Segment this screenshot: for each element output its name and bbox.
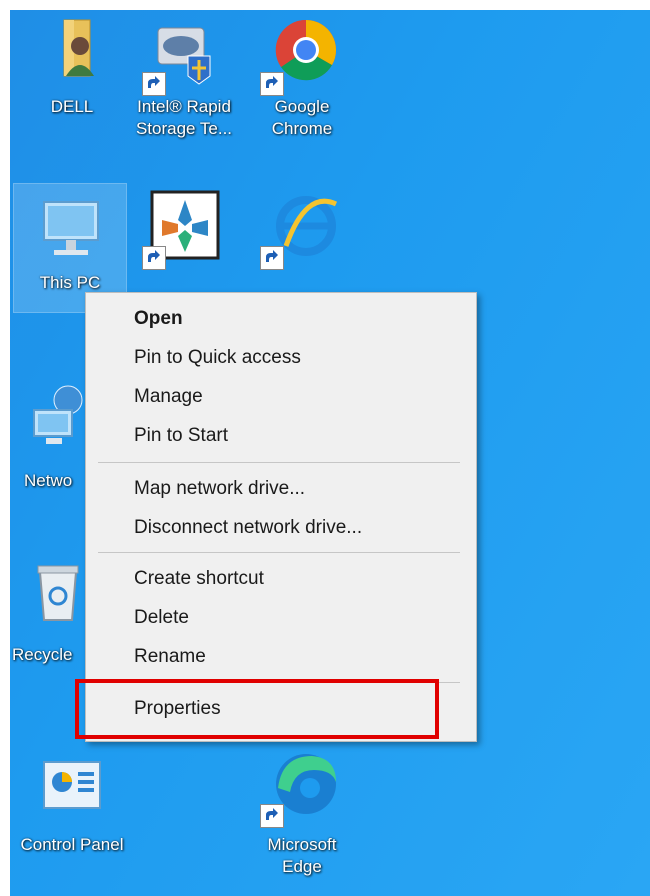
menu-item-label: Open: [134, 308, 183, 329]
desktop-icon-internet-explorer[interactable]: [246, 186, 358, 296]
menu-item-label: Rename: [134, 646, 206, 667]
shortcut-arrow-icon: [260, 72, 284, 96]
menu-separator: [98, 552, 460, 553]
menu-item-pin-quick-access[interactable]: Pin to Quick access: [86, 340, 476, 376]
desktop-icon-dell[interactable]: DELL: [16, 12, 128, 162]
menu-item-map-network-drive[interactable]: Map network drive...: [86, 471, 476, 507]
desktop-icon-intel-rst[interactable]: Intel® Rapid Storage Te...: [128, 12, 240, 162]
context-menu: Open Pin to Quick access Manage Pin to S…: [85, 292, 477, 742]
edge-icon: [260, 748, 338, 828]
menu-item-label: Disconnect network drive...: [134, 517, 363, 538]
shortcut-arrow-icon: [260, 246, 284, 270]
desktop-icon-chrome[interactable]: Google Chrome: [246, 12, 358, 162]
shortcut-arrow-icon: [260, 804, 284, 828]
menu-item-delete[interactable]: Delete: [86, 600, 476, 636]
desktop-icon-app-shortcut[interactable]: [128, 186, 240, 296]
menu-item-rename[interactable]: Rename: [86, 639, 476, 675]
user-folder-icon: [36, 16, 108, 88]
control-panel-icon: [36, 756, 108, 828]
desktop-icon-edge[interactable]: Microsoft Edge: [246, 742, 358, 892]
menu-item-label: Create shortcut: [134, 568, 264, 589]
chrome-icon: [260, 16, 338, 96]
shortcut-arrow-icon: [142, 72, 166, 96]
menu-item-label: Delete: [134, 607, 189, 628]
menu-item-create-shortcut[interactable]: Create shortcut: [86, 561, 476, 597]
shortcut-arrow-icon: [142, 246, 166, 270]
desktop-icon-label: Control Panel: [20, 835, 124, 854]
menu-separator: [98, 462, 460, 463]
menu-item-label: Map network drive...: [134, 478, 306, 499]
desktop-icon-control-panel[interactable]: Control Panel: [10, 754, 134, 864]
menu-item-label: Manage: [134, 386, 203, 407]
desktop-icon-label: This PC: [39, 273, 101, 292]
menu-item-manage[interactable]: Manage: [86, 379, 476, 415]
desktop-icon-label: Google Chrome: [271, 97, 333, 138]
this-pc-icon: [34, 192, 106, 264]
menu-item-label: Pin to Quick access: [134, 347, 301, 368]
menu-item-open[interactable]: Open: [86, 301, 476, 337]
desktop-icon-label: Microsoft Edge: [267, 835, 337, 876]
desktop-icon-label: DELL: [50, 97, 94, 116]
menu-item-label: Pin to Start: [134, 425, 228, 446]
menu-item-disconnect-network-drive[interactable]: Disconnect network drive...: [86, 510, 476, 546]
internet-explorer-icon: [260, 190, 338, 270]
intel-rst-icon: [142, 16, 220, 96]
properties-highlight-box: [75, 679, 439, 739]
menu-item-pin-to-start[interactable]: Pin to Start: [86, 418, 476, 454]
app-shortcut-icon: [142, 190, 220, 270]
desktop-icon-label: Intel® Rapid Storage Te...: [135, 97, 233, 138]
